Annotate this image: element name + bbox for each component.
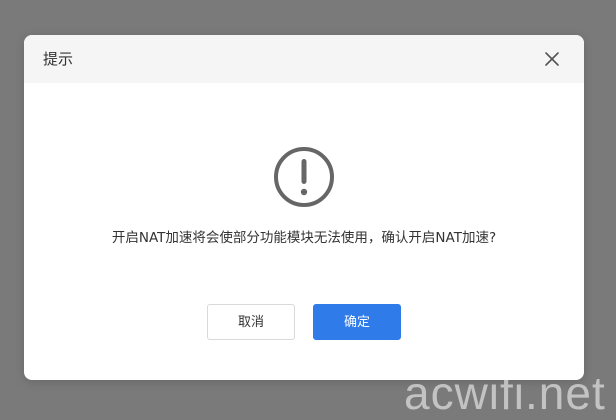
confirm-dialog: 提示 开启NAT加速将会使部分功能模块无法使用，确认开启NAT加速? 取消 确定: [24, 35, 584, 380]
close-icon: [545, 52, 559, 66]
dialog-message: 开启NAT加速将会使部分功能模块无法使用，确认开启NAT加速?: [111, 230, 497, 246]
cancel-button[interactable]: 取消: [207, 304, 295, 340]
exclamation-circle-icon: [274, 147, 334, 207]
dialog-title: 提示: [43, 50, 74, 68]
watermark-text: acwifi.net: [404, 367, 606, 419]
confirm-button[interactable]: 确定: [313, 304, 401, 340]
close-button[interactable]: [542, 49, 562, 69]
dialog-header: 提示: [24, 35, 584, 83]
